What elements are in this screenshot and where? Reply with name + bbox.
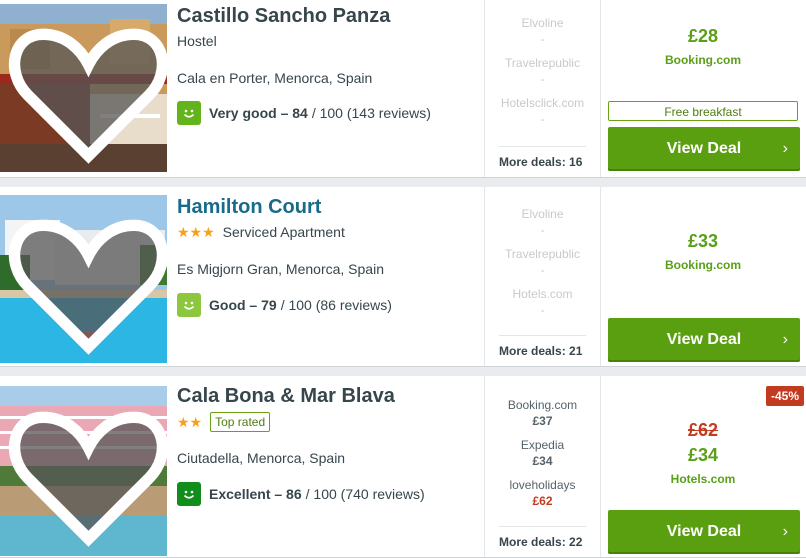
hotel-photo[interactable] — [0, 386, 167, 556]
deal-item[interactable]: loveholidays £62 — [485, 478, 600, 508]
view-deal-button[interactable]: View Deal › — [608, 318, 800, 362]
deal-item[interactable]: Travelrepublic - — [485, 247, 600, 277]
deal-item[interactable]: Hotelsclick.com - — [485, 96, 600, 126]
hotel-type-line: Hostel — [177, 32, 477, 50]
hotel-location: Es Migjorn Gran, Menorca, Spain — [177, 261, 384, 277]
more-deals-link[interactable]: More deals: 21 — [499, 335, 586, 358]
deal-item[interactable]: Expedia £34 — [485, 438, 600, 468]
view-deal-button[interactable]: View Deal › — [608, 127, 800, 171]
smiley-icon — [177, 482, 201, 506]
hotel-name[interactable]: Hamilton Court — [177, 195, 477, 219]
price-site[interactable]: Booking.com — [600, 53, 806, 67]
hotel-rating[interactable]: Good – 79 / 100 (86 reviews) — [177, 293, 392, 317]
hotel-info: Hamilton Court ★★★ Serviced Apartment Es… — [177, 195, 477, 317]
hotel-info: Castillo Sancho Panza Hostel Cala en Por… — [177, 4, 477, 125]
hotel-name[interactable]: Cala Bona & Mar Blava — [177, 384, 477, 408]
deals-column: Elvoline - Travelrepublic - Hotels.com - Mo… — [484, 187, 601, 366]
smiley-icon — [177, 293, 201, 317]
hotel-rating[interactable]: Very good – 84 / 100 (143 reviews) — [177, 101, 431, 125]
price-box: -45% £62 £34 Hotels.com View Deal › — [600, 376, 806, 557]
smiley-icon — [177, 101, 201, 125]
hotel-location: Cala en Porter, Menorca, Spain — [177, 70, 373, 86]
best-price[interactable]: £28 — [600, 26, 806, 47]
deals-column: Booking.com £37 Expedia £34 loveholidays £6… — [484, 376, 601, 557]
hotel-location: Ciutadella, Menorca, Spain — [177, 450, 346, 466]
old-price: £62 — [687, 420, 719, 440]
hotel-type: Serviced Apartment — [222, 224, 345, 240]
heart-icon[interactable] — [5, 393, 167, 556]
best-price[interactable]: £34 — [600, 445, 806, 466]
more-deals-link[interactable]: More deals: 22 — [499, 526, 586, 549]
hotel-photo[interactable] — [0, 195, 167, 363]
top-rated-badge: Top rated — [210, 412, 271, 432]
hotel-rating[interactable]: Excellent – 86 / 100 (740 reviews) — [177, 482, 425, 506]
chevron-right-icon: › — [782, 140, 788, 157]
deal-item[interactable]: Travelrepublic - — [485, 56, 600, 86]
best-price[interactable]: £33 — [600, 231, 806, 252]
chevron-right-icon: › — [782, 331, 788, 348]
deal-item[interactable]: Elvoline - — [485, 207, 600, 237]
rating-reviews: / 100 (740 reviews) — [305, 486, 425, 502]
hotel-card[interactable]: Hamilton Court ★★★ Serviced Apartment Es… — [0, 187, 806, 367]
rating-label: Very good – 84 — [209, 105, 308, 121]
hotel-type: Hostel — [177, 33, 217, 49]
view-deal-button[interactable]: View Deal › — [608, 510, 800, 554]
hotel-card[interactable]: Cala Bona & Mar Blava ★★ Top rated Ciuta… — [0, 376, 806, 558]
deals-column: Elvoline - Travelrepublic - Hotelsclick.co… — [484, 0, 601, 177]
price-box: £33 Booking.com View Deal › — [600, 187, 806, 366]
discount-badge: -45% — [765, 386, 804, 406]
deal-item[interactable]: Hotels.com - — [485, 287, 600, 317]
hotel-photo[interactable] — [0, 4, 167, 172]
hotel-info: Cala Bona & Mar Blava ★★ Top rated Ciuta… — [177, 384, 477, 506]
hotel-type-line: ★★★ Serviced Apartment — [177, 223, 477, 241]
rating-reviews: / 100 (86 reviews) — [280, 297, 392, 313]
hotel-card[interactable]: Castillo Sancho Panza Hostel Cala en Por… — [0, 0, 806, 178]
rating-label: Good – 79 — [209, 297, 277, 313]
chevron-right-icon: › — [782, 523, 788, 540]
price-site[interactable]: Hotels.com — [600, 472, 806, 486]
heart-icon[interactable] — [5, 11, 167, 172]
rating-label: Excellent – 86 — [209, 486, 302, 502]
deal-item[interactable]: Booking.com £37 — [485, 398, 600, 428]
star-rating: ★★★ — [177, 224, 215, 240]
rating-reviews: / 100 (143 reviews) — [311, 105, 431, 121]
hotel-name[interactable]: Castillo Sancho Panza — [177, 4, 477, 28]
deal-item[interactable]: Elvoline - — [485, 16, 600, 46]
more-deals-link[interactable]: More deals: 16 — [499, 146, 586, 169]
heart-icon[interactable] — [5, 202, 167, 363]
price-site[interactable]: Booking.com — [600, 258, 806, 272]
perk-badge: Free breakfast — [608, 101, 798, 121]
star-rating: ★★ — [177, 414, 203, 430]
price-box: £28 Booking.com Free breakfast View Deal… — [600, 0, 806, 177]
hotel-type-line: ★★ Top rated — [177, 412, 477, 432]
